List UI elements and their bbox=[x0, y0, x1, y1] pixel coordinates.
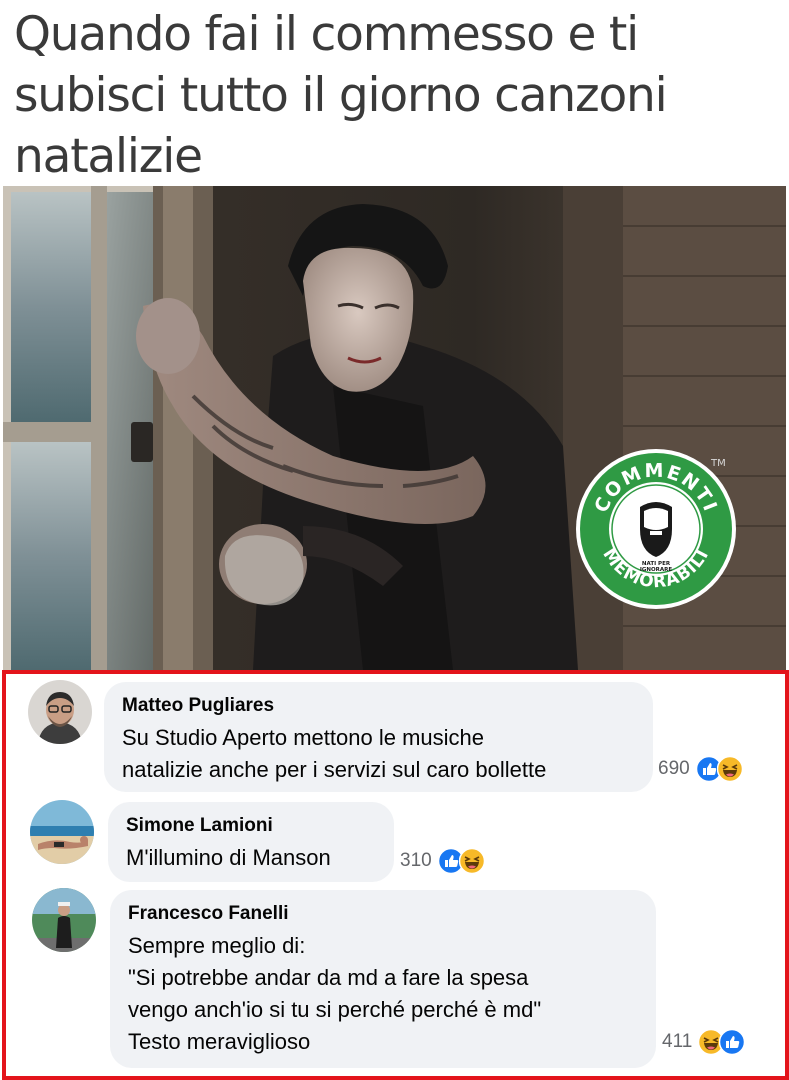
comment-text-line: natalizie anche per i servizi sul caro b… bbox=[122, 757, 547, 782]
reaction-count: 411 bbox=[662, 1031, 693, 1052]
avatar[interactable] bbox=[30, 800, 94, 864]
commenti-memorabili-logo: COMMENTI MEMORABILI NATI PER IGNORARE bbox=[574, 447, 738, 611]
avatar-photo bbox=[32, 888, 96, 952]
caption-line-2: subisci tutto il giorno canzoni bbox=[14, 68, 668, 123]
comment-text-line: vengo anch'io si tu si perché perché è m… bbox=[128, 997, 542, 1022]
avatar[interactable] bbox=[28, 680, 92, 744]
reaction-summary[interactable]: 411 bbox=[662, 1029, 746, 1055]
comment-text-line: M'illumino di Manson bbox=[126, 845, 331, 870]
reaction-count: 310 bbox=[400, 850, 432, 871]
caption-line-1: Quando fai il commesso e ti bbox=[14, 7, 639, 62]
comment-text-line: Su Studio Aperto mettono le musiche bbox=[122, 725, 484, 750]
logo-small-text-2: IGNORARE bbox=[640, 567, 673, 573]
comment-author[interactable]: Matteo Pugliares bbox=[122, 694, 635, 718]
logo-tm: TM bbox=[711, 458, 726, 469]
meme-caption: Quando fai il commesso e ti subisci tutt… bbox=[14, 4, 779, 187]
comment-text-line: Sempre meglio di: bbox=[128, 933, 306, 958]
avatar[interactable] bbox=[32, 888, 96, 952]
haha-icon bbox=[716, 756, 743, 782]
reaction-summary[interactable]: 310 bbox=[400, 848, 485, 874]
avatar-photo bbox=[30, 800, 94, 864]
comment-bubble[interactable]: Matteo Pugliares Su Studio Aperto metton… bbox=[104, 682, 653, 792]
comment-text-line: Testo meraviglioso bbox=[128, 1029, 311, 1054]
comment-author[interactable]: Simone Lamioni bbox=[126, 814, 376, 838]
logo-badge-icon: COMMENTI MEMORABILI NATI PER IGNORARE bbox=[576, 449, 736, 609]
comment-bubble[interactable]: Simone Lamioni M'illumino di Manson bbox=[108, 802, 394, 882]
comment-text-line: "Si potrebbe andar da md a fare la spesa bbox=[128, 965, 529, 990]
caption-line-3: natalizie bbox=[14, 129, 203, 184]
comments-panel: Matteo Pugliares Su Studio Aperto metton… bbox=[2, 670, 789, 1080]
reaction-summary[interactable]: 690 bbox=[658, 756, 743, 782]
haha-icon bbox=[458, 848, 485, 874]
like-icon bbox=[719, 1029, 746, 1055]
comment-bubble[interactable]: Francesco Fanelli Sempre meglio di: "Si … bbox=[110, 890, 656, 1068]
reaction-count: 690 bbox=[658, 758, 690, 779]
comment-author[interactable]: Francesco Fanelli bbox=[128, 902, 638, 926]
avatar-photo bbox=[28, 680, 92, 744]
